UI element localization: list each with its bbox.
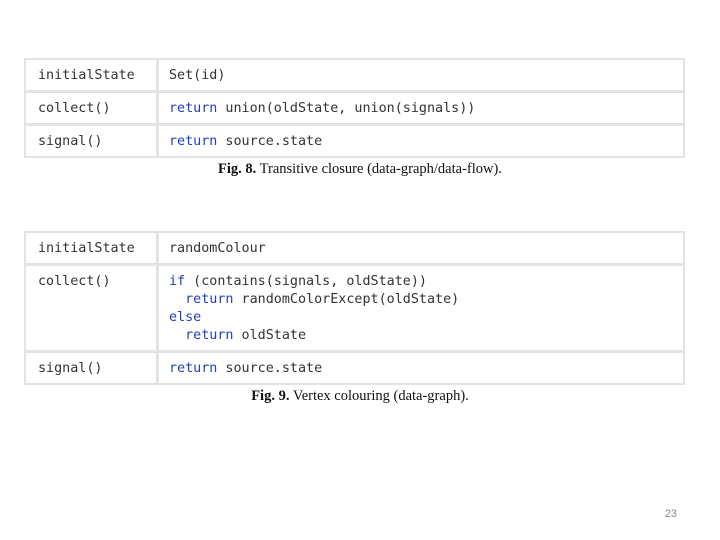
code-line: randomColour bbox=[169, 240, 683, 258]
figure-9-caption-text: Vertex colouring (data-graph). bbox=[289, 388, 469, 404]
code-line: return source.state bbox=[169, 360, 683, 378]
code-row: collect() return union(oldState, union(si… bbox=[26, 93, 683, 123]
code-value-cell: Set(id) bbox=[159, 60, 683, 90]
code-token: source.state bbox=[217, 361, 323, 376]
code-key-cell: collect() bbox=[26, 93, 159, 123]
code-value-cell: randomColour bbox=[159, 233, 683, 263]
code-token: randomColorExcept(oldState) bbox=[233, 292, 460, 307]
code-keyword: return bbox=[169, 134, 218, 149]
code-key-cell: initialState bbox=[26, 60, 159, 90]
code-row: initialState Set(id) bbox=[26, 60, 683, 90]
figure-8-caption-text: Transitive closure (data-graph/data-flow… bbox=[256, 161, 502, 177]
code-line: return union(oldState, union(signals)) bbox=[169, 100, 683, 118]
code-keyword: return bbox=[169, 361, 218, 376]
figure-8-caption: Fig. 8. Transitive closure (data-graph/d… bbox=[0, 161, 720, 178]
code-keyword: return bbox=[185, 292, 234, 307]
code-keyword: return bbox=[169, 101, 218, 116]
code-value-cell: return source.state bbox=[159, 126, 683, 156]
code-token: randomColour bbox=[169, 241, 266, 256]
code-token: Set(id) bbox=[169, 68, 226, 83]
page-number: 23 bbox=[664, 508, 677, 520]
code-value-cell: return union(oldState, union(signals)) bbox=[159, 93, 683, 123]
code-token: union(oldState, union(signals)) bbox=[217, 101, 476, 116]
figure-9-caption-label: Fig. 9. bbox=[251, 388, 290, 404]
code-line: return oldState bbox=[169, 327, 683, 345]
code-line: return randomColorExcept(oldState) bbox=[169, 291, 683, 309]
code-keyword: else bbox=[169, 310, 202, 325]
code-key-cell: signal() bbox=[26, 126, 159, 156]
figure-9-caption: Fig. 9. Vertex colouring (data-graph). bbox=[0, 388, 720, 405]
code-key-cell: collect() bbox=[26, 266, 159, 350]
code-keyword: return bbox=[185, 328, 234, 343]
code-value-cell: return source.state bbox=[159, 353, 683, 383]
code-row: signal() return source.state bbox=[26, 353, 683, 383]
figure-8-code-table: initialState Set(id) collect() return union… bbox=[24, 58, 685, 158]
code-token: (contains(signals, oldState)) bbox=[185, 274, 427, 289]
code-key-cell: signal() bbox=[26, 353, 159, 383]
code-value-cell: if (contains(signals, oldState)) return … bbox=[159, 266, 683, 350]
code-line: else bbox=[169, 309, 683, 327]
code-row: collect() if (contains(signals, oldState)… bbox=[26, 266, 683, 350]
code-token: oldState bbox=[233, 328, 307, 343]
code-row: signal() return source.state bbox=[26, 126, 683, 156]
code-line: Set(id) bbox=[169, 67, 683, 85]
code-token: source.state bbox=[217, 134, 323, 149]
figure-8-caption-label: Fig. 8. bbox=[218, 161, 257, 177]
figure-9-code-table: initialState randomColour collect() if (con… bbox=[24, 231, 685, 385]
code-keyword: if bbox=[169, 274, 186, 289]
code-key-cell: initialState bbox=[26, 233, 159, 263]
code-line: if (contains(signals, oldState)) bbox=[169, 273, 683, 291]
code-row: initialState randomColour bbox=[26, 233, 683, 263]
code-line: return source.state bbox=[169, 133, 683, 151]
